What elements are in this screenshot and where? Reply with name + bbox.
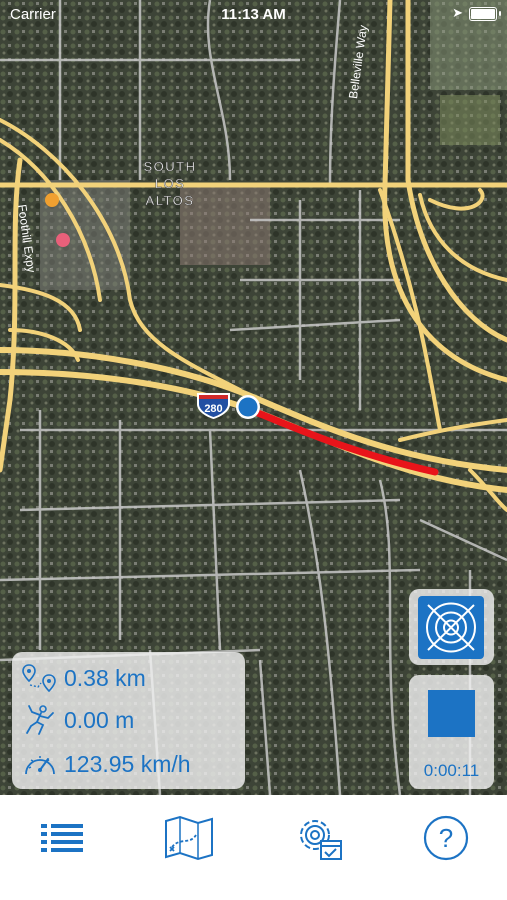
area-label-line-1: SOUTH (144, 159, 197, 174)
crosshair-target-icon (426, 602, 476, 653)
route-distance-icon (18, 661, 62, 695)
clock-label: 11:13 AM (221, 6, 286, 23)
location-arrow-icon: ➤ (452, 5, 463, 20)
speed-value: 123.95 km/h (64, 750, 191, 777)
settings-icon (300, 820, 342, 860)
help-icon: ? (423, 815, 469, 861)
list-icon (41, 824, 83, 852)
status-bar: Carrier 11:13 AM ➤ (0, 0, 507, 28)
center-location-button[interactable] (409, 589, 494, 665)
climber-icon (18, 703, 62, 737)
tab-settings[interactable] (288, 813, 348, 863)
svg-text:?: ? (439, 823, 453, 853)
area-label-line-3: ALTOS (146, 193, 195, 208)
speedometer-icon (18, 747, 62, 781)
altitude-row: 0.00 m (18, 700, 134, 740)
stop-recording-button[interactable]: 0:00:11 (409, 675, 494, 789)
shield-label: 280 (204, 403, 222, 415)
tab-map[interactable] (159, 813, 219, 863)
tab-help[interactable]: ? (416, 813, 476, 863)
stop-icon (428, 690, 475, 737)
map-icon (165, 815, 213, 861)
area-label-line-2: LOS (155, 176, 186, 191)
stats-panel: 0.38 km 0.00 m 123.95 km/h (12, 652, 245, 789)
speed-row: 123.95 km/h (18, 744, 191, 784)
distance-value: 0.38 km (64, 664, 146, 691)
health-poi-icon[interactable] (56, 233, 70, 247)
tab-list[interactable] (32, 813, 92, 863)
altitude-value: 0.00 m (64, 706, 135, 733)
battery-icon (469, 7, 497, 21)
tab-bar: ? (0, 795, 507, 900)
distance-row: 0.38 km (18, 658, 146, 698)
elapsed-timer: 0:00:11 (423, 761, 480, 780)
shopping-poi-icon[interactable] (45, 193, 59, 207)
